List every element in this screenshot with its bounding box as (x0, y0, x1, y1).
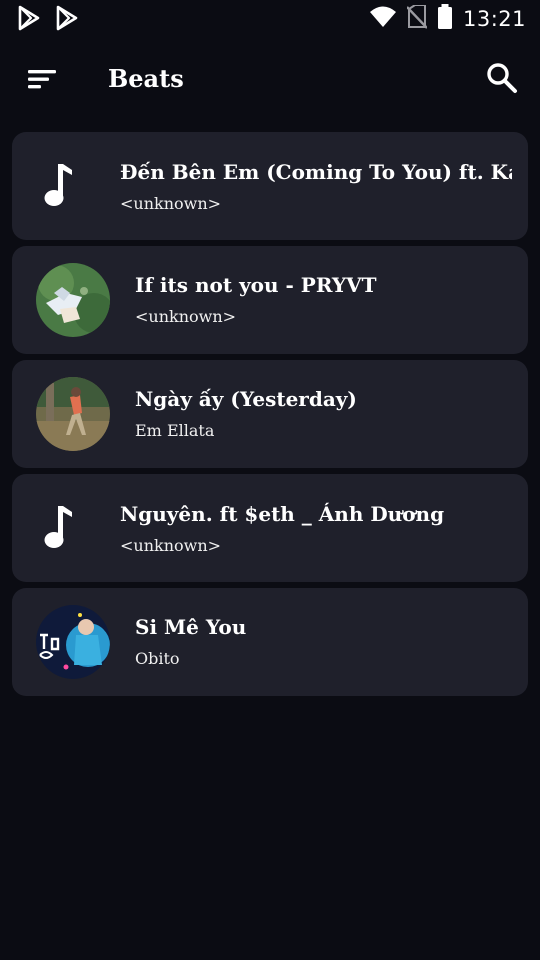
album-art (36, 605, 110, 679)
list-item[interactable]: Ngày ấy (Yesterday) Em Ellata (12, 360, 528, 468)
track-artist: Em Ellata (135, 421, 215, 440)
album-art (36, 263, 110, 337)
track-title: Ngày ấy (Yesterday) (135, 387, 357, 411)
play-store-icon (16, 5, 42, 35)
notification-icons (16, 5, 80, 35)
search-icon (487, 63, 517, 93)
list-item[interactable]: Si Mê You Obito (12, 588, 528, 696)
track-artist: <unknown> (135, 307, 237, 326)
wifi-icon (369, 5, 397, 33)
music-note-icon (40, 502, 80, 554)
app-bar: Beats (0, 44, 540, 114)
track-title: Si Mê You (135, 615, 247, 639)
status-bar: 13:21 (0, 0, 540, 36)
track-title: If its not you - PRYVT (135, 273, 377, 297)
track-artist: <unknown> (120, 536, 222, 555)
music-note-icon (40, 160, 80, 212)
track-title: Đến Bên Em (Coming To You) ft. Kai (120, 160, 512, 184)
play-store-icon (54, 5, 80, 35)
album-art (36, 377, 110, 451)
sort-menu-icon (28, 70, 56, 89)
track-list: Đến Bên Em (Coming To You) ft. Kai <unkn… (12, 132, 528, 702)
track-title: Nguyên. ft $eth _ Ánh Dương (120, 502, 445, 526)
battery-icon (437, 4, 453, 34)
track-artist: <unknown> (120, 194, 222, 213)
sort-menu-button[interactable] (24, 62, 60, 96)
page-title: Beats (108, 64, 184, 93)
search-button[interactable] (484, 60, 520, 96)
no-sim-icon (406, 4, 428, 33)
track-artist: Obito (135, 649, 180, 668)
list-item[interactable]: If its not you - PRYVT <unknown> (12, 246, 528, 354)
list-item[interactable]: Nguyên. ft $eth _ Ánh Dương <unknown> (12, 474, 528, 582)
list-item[interactable]: Đến Bên Em (Coming To You) ft. Kai <unkn… (12, 132, 528, 240)
system-icons: 13:21 (369, 4, 526, 34)
status-clock: 13:21 (462, 7, 526, 31)
